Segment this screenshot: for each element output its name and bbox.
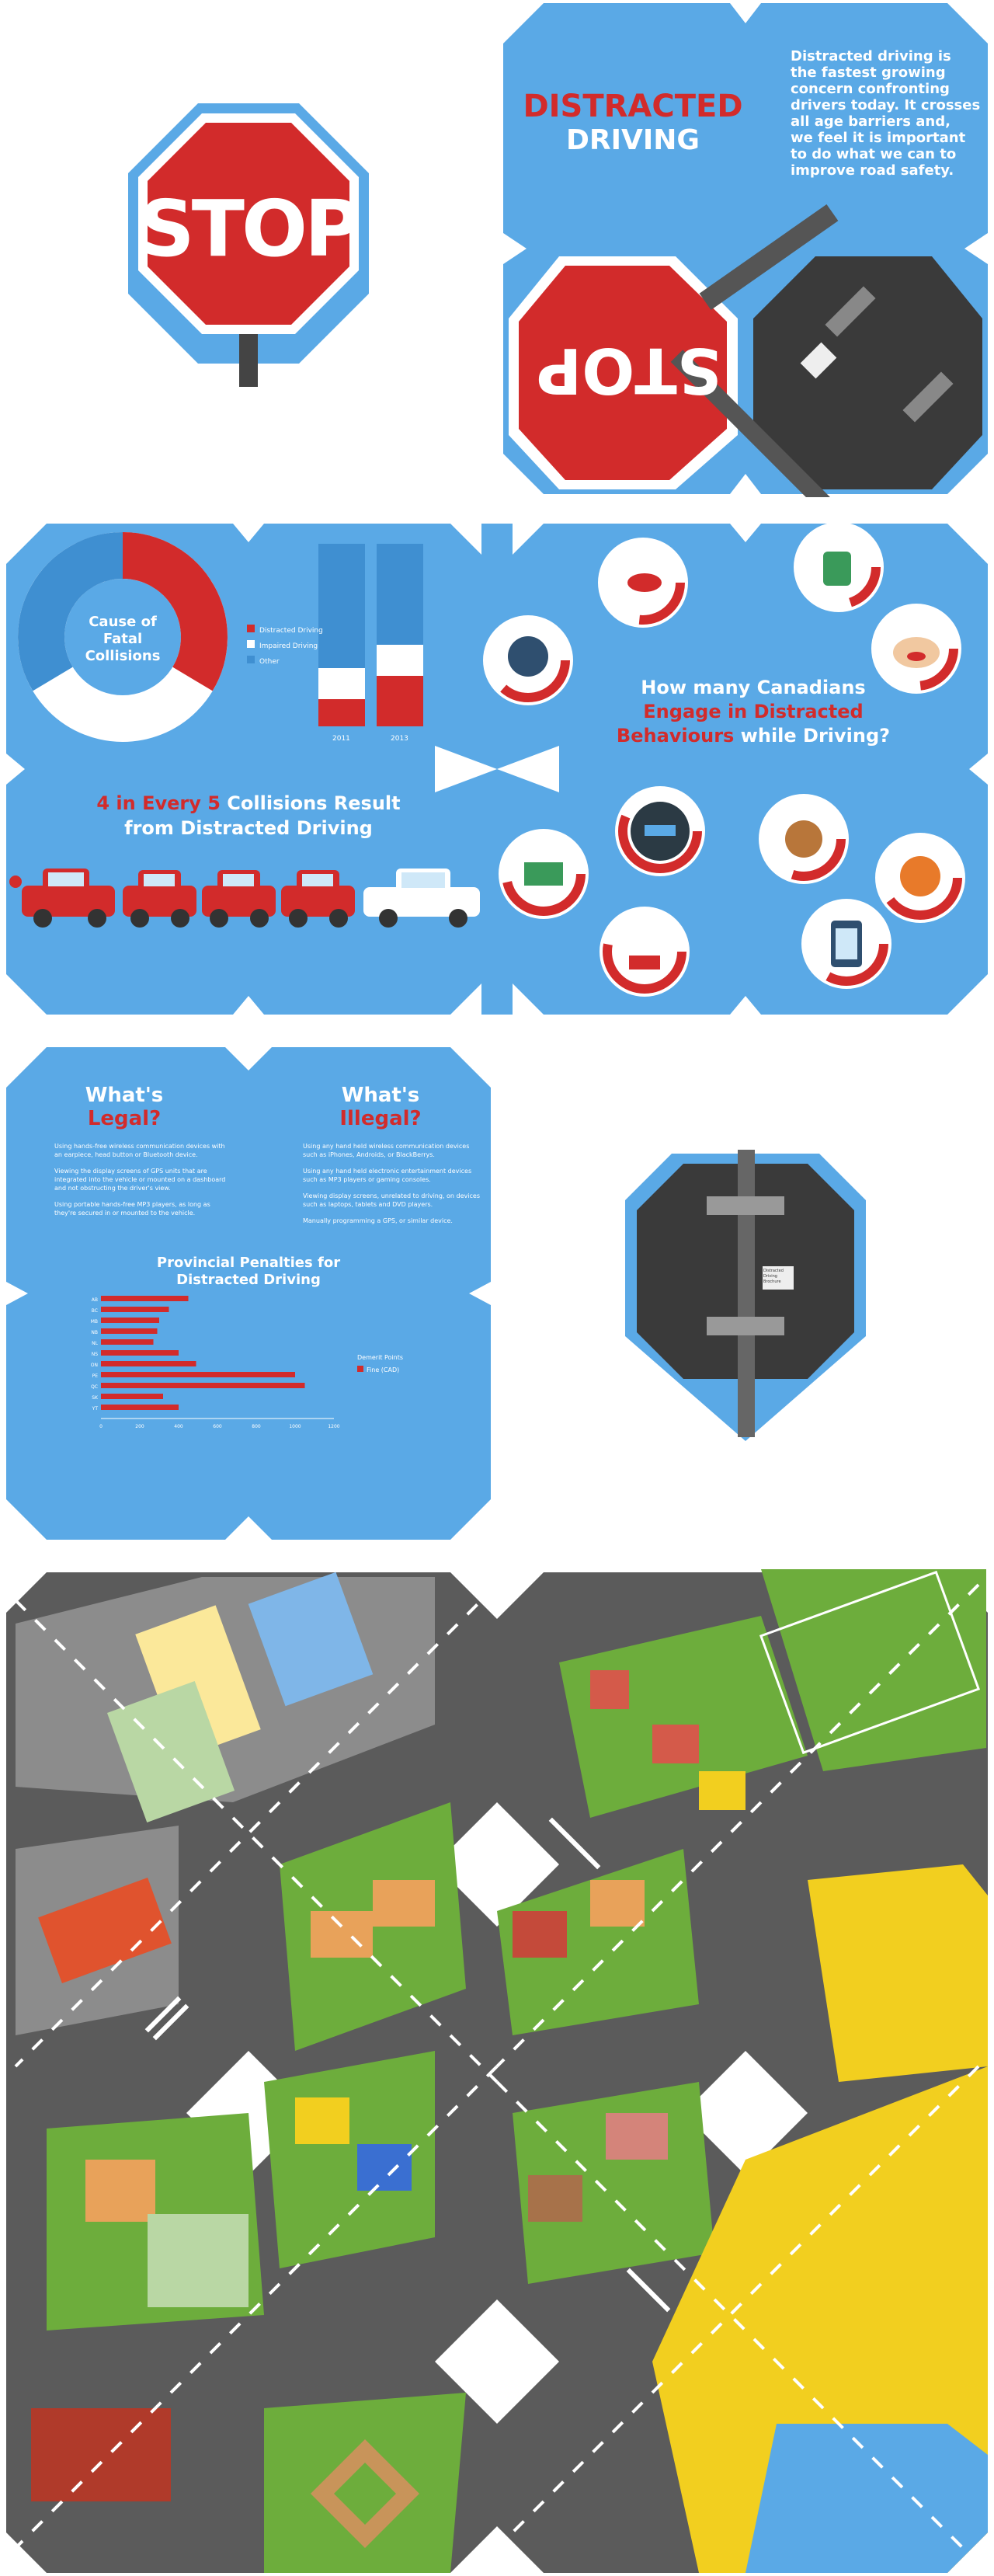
- flipped-stop-text: STOP: [536, 334, 722, 406]
- cover-panel: DISTRACTED DRIVING Distracted driving is…: [497, 0, 994, 497]
- headset-icon: [875, 833, 965, 923]
- penalty-category-label: ON: [91, 1363, 98, 1368]
- penalty-category-label: NS: [92, 1352, 98, 1357]
- eating-icon: [598, 538, 688, 628]
- illegal-list: Using any hand held wireless communicati…: [303, 1142, 481, 1225]
- donut-legend: Distracted Driving Impaired Driving Othe…: [259, 623, 323, 670]
- cover-title-line1: DISTRACTED: [523, 89, 743, 124]
- penalty-category-label: YT: [92, 1406, 99, 1412]
- penalty-bar: [101, 1361, 196, 1366]
- phone-call-icon: [759, 794, 849, 884]
- penalty-x-tick: 200: [135, 1424, 144, 1429]
- penalty-bar: [101, 1339, 154, 1345]
- illegal-item: Using any hand held wireless communicati…: [303, 1143, 470, 1158]
- radio-icon: [615, 786, 705, 876]
- penalty-bar: [101, 1383, 305, 1388]
- penalty-category-label: BC: [92, 1308, 98, 1314]
- legend-impaired: Impaired Driving: [259, 642, 318, 650]
- legal-list: Using hands-free wireless communication …: [54, 1142, 233, 1217]
- illegal-item: Manually programming a GPS, or similar d…: [303, 1217, 453, 1224]
- illegal-title: What's Illegal?: [339, 1084, 422, 1130]
- penalty-bar: [101, 1296, 189, 1301]
- cover-intro: Distracted driving is the fastest growing…: [791, 48, 981, 179]
- legend-swatch-distracted: [247, 625, 255, 632]
- lost-icon: [600, 907, 690, 997]
- legal-title: What's Legal?: [85, 1084, 164, 1130]
- penalty-bar: [101, 1372, 295, 1377]
- penalty-category-label: PE: [92, 1373, 99, 1379]
- behaviours-headline: How many Canadians Engage in Distracted …: [616, 677, 891, 747]
- penalty-bar: [101, 1350, 179, 1356]
- city-map: [0, 1569, 994, 2576]
- texting-icon: [801, 899, 891, 989]
- stop-sign-panel: STOP: [124, 99, 373, 395]
- reaching-icon: [794, 522, 884, 612]
- legal-panel: What's Legal? What's Illegal? Using hands-…: [0, 1041, 497, 1546]
- penalty-category-label: NB: [91, 1330, 98, 1335]
- legend-other: Other: [259, 658, 280, 666]
- penalty-legend: Demerit Points Fine (CAD): [357, 1354, 404, 1373]
- stop-sign-text: STOP: [138, 183, 362, 274]
- bar-year-2013: 2013: [391, 735, 408, 743]
- penalty-bar: [101, 1394, 163, 1399]
- legal-item: Using portable hands-free MP3 players, a…: [54, 1201, 210, 1217]
- penalty-category-label: AB: [92, 1297, 98, 1303]
- legend-distracted: Distracted Driving: [259, 627, 323, 635]
- back-tag-text: Distracted Driving Brochure: [763, 1269, 784, 1284]
- penalty-x-tick: 800: [252, 1424, 261, 1429]
- penalty-x-tick: 400: [174, 1424, 183, 1429]
- illegal-item: Viewing display screens, unrelated to dr…: [303, 1192, 480, 1208]
- bar-year-2011: 2011: [332, 735, 350, 743]
- penalty-x-tick: 0: [99, 1424, 103, 1429]
- collisions-headline: 4 in Every 5 Collisions Result from Dist…: [96, 792, 401, 839]
- penalties-title: Provincial Penalties for Distracted Drivi…: [156, 1255, 341, 1288]
- sign-back-panel: Distracted Driving Brochure: [621, 1150, 870, 1445]
- donut-center-label: Cause of Fatal Collisions: [85, 614, 161, 664]
- penalty-x-tick: 1200: [328, 1424, 339, 1429]
- penalty-category-label: MB: [91, 1319, 98, 1325]
- legal-item: Using hands-free wireless communication …: [54, 1143, 225, 1158]
- penalty-bar: [101, 1405, 179, 1410]
- penalty-x-tick: 1000: [289, 1424, 301, 1429]
- penalty-category-label: SK: [92, 1395, 99, 1401]
- penalty-bar: [101, 1307, 169, 1312]
- penalty-x-tick: 600: [213, 1424, 222, 1429]
- legend-swatch-other: [247, 656, 255, 663]
- penalty-category-label: QC: [91, 1384, 98, 1390]
- dashboard-icon: [499, 829, 589, 919]
- legal-item: Viewing the display screens of GPS units…: [54, 1168, 226, 1192]
- statistics-spread: Cause of Fatal Collisions Distracted Drivi…: [0, 520, 994, 1018]
- penalty-bar: [101, 1318, 159, 1323]
- illegal-item: Using any hand held electronic entertain…: [303, 1168, 472, 1183]
- cover-title-line2: DRIVING: [566, 124, 700, 156]
- passenger-talk-icon: [483, 615, 573, 705]
- penalty-category-label: NL: [92, 1341, 98, 1346]
- legend-swatch-impaired: [247, 640, 255, 648]
- penalty-bar: [101, 1328, 158, 1334]
